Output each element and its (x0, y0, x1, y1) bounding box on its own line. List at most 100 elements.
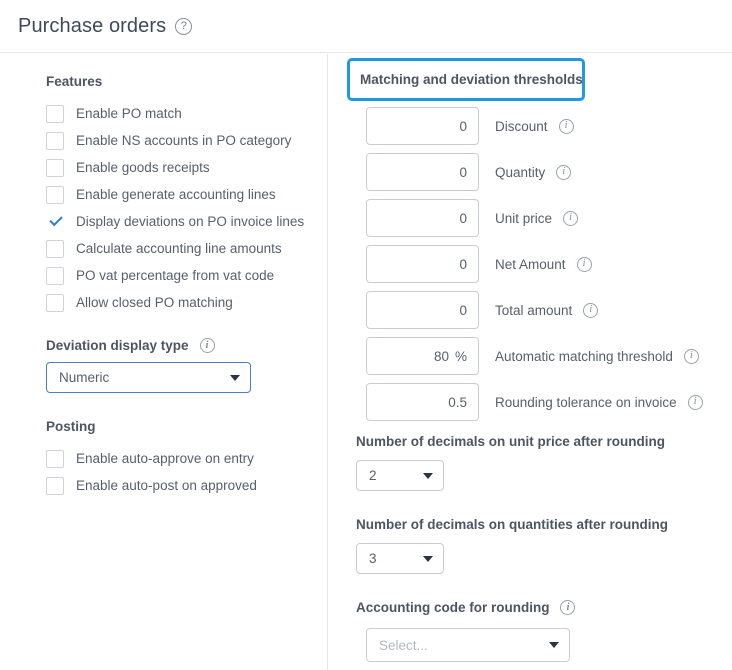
checkbox-allow-closed-po-matching[interactable] (46, 294, 64, 312)
quantity-value: 0 (459, 165, 467, 180)
rounding-tolerance-label-text: Rounding tolerance on invoice (495, 395, 677, 410)
accounting-code-label-text: Accounting code for rounding (356, 600, 549, 615)
checkbox-row-enable-ns-accounts[interactable]: Enable NS accounts in PO category (46, 127, 327, 154)
accounting-code-value: Select... (379, 638, 549, 653)
threshold-row-total-amount: 0 Total amount i (366, 291, 703, 329)
help-circle-icon[interactable]: ? (175, 18, 192, 35)
rounding-tolerance-value: 0.5 (448, 395, 467, 410)
info-icon[interactable]: i (200, 338, 215, 353)
matching-thresholds-title: Matching and deviation thresholds (360, 72, 583, 87)
percent-unit: % (455, 349, 467, 364)
quantity-label-text: Quantity (495, 165, 545, 180)
checkbox-row-enable-goods-receipts[interactable]: Enable goods receipts (46, 154, 327, 181)
threshold-row-net-amount: 0 Net Amount i (366, 245, 703, 283)
unit-price-label-text: Unit price (495, 211, 552, 226)
discount-input[interactable]: 0 (366, 107, 479, 145)
unit-price-decimals-label: Number of decimals on unit price after r… (356, 434, 665, 449)
features-checkbox-list: Enable PO match Enable NS accounts in PO… (46, 100, 327, 316)
rounding-tolerance-input[interactable]: 0.5 (366, 383, 479, 421)
checkbox-label: Calculate accounting line amounts (76, 241, 282, 256)
posting-section-label: Posting (46, 419, 327, 434)
info-icon[interactable]: i (583, 303, 598, 318)
unit-price-decimals-group: Number of decimals on unit price after r… (356, 434, 665, 491)
checkbox-enable-auto-post[interactable] (46, 477, 64, 495)
purchase-orders-settings-page: Purchase orders ? Features Enable PO mat… (0, 0, 732, 670)
checkbox-label: Enable auto-approve on entry (76, 451, 254, 466)
info-icon[interactable]: i (556, 165, 571, 180)
net-amount-value: 0 (459, 257, 467, 272)
checkbox-po-vat-percentage[interactable] (46, 267, 64, 285)
checkbox-row-enable-po-match[interactable]: Enable PO match (46, 100, 327, 127)
quantity-label: Quantity i (495, 165, 571, 180)
discount-value: 0 (459, 119, 467, 134)
info-icon[interactable]: i (684, 349, 699, 364)
unit-price-label: Unit price i (495, 211, 578, 226)
quantity-input[interactable]: 0 (366, 153, 479, 191)
total-amount-input[interactable]: 0 (366, 291, 479, 329)
discount-label: Discount i (495, 119, 574, 134)
checkbox-enable-generate-accounting-lines[interactable] (46, 186, 64, 204)
checkbox-label: Enable generate accounting lines (76, 187, 276, 202)
chevron-down-icon (423, 556, 433, 562)
features-section-label: Features (46, 74, 327, 89)
automatic-matching-threshold-value: 80 (434, 349, 449, 364)
unit-price-input[interactable]: 0 (366, 199, 479, 237)
checkbox-label: Enable NS accounts in PO category (76, 133, 291, 148)
chevron-down-icon (423, 473, 433, 479)
checkbox-row-display-deviations[interactable]: Display deviations on PO invoice lines (46, 208, 327, 235)
checkbox-row-enable-generate-accounting-lines[interactable]: Enable generate accounting lines (46, 181, 327, 208)
checkbox-label: Allow closed PO matching (76, 295, 233, 310)
net-amount-label-text: Net Amount (495, 257, 566, 272)
checkbox-label: Enable auto-post on approved (76, 478, 257, 493)
checkbox-label: PO vat percentage from vat code (76, 268, 274, 283)
threshold-row-unit-price: 0 Unit price i (366, 199, 703, 237)
checkbox-enable-ns-accounts[interactable] (46, 132, 64, 150)
automatic-matching-threshold-input[interactable]: 80 % (366, 337, 479, 375)
info-icon[interactable]: i (563, 211, 578, 226)
checkbox-calculate-accounting-line-amounts[interactable] (46, 240, 64, 258)
total-amount-label-text: Total amount (495, 303, 572, 318)
info-icon[interactable]: i (577, 257, 592, 272)
total-amount-value: 0 (459, 303, 467, 318)
checkbox-row-enable-auto-approve[interactable]: Enable auto-approve on entry (46, 445, 327, 472)
page-title: Purchase orders (18, 15, 166, 38)
unit-price-decimals-value: 2 (369, 468, 423, 483)
threshold-row-discount: 0 Discount i (366, 107, 703, 145)
right-settings-column: Matching and deviation thresholds 0 Disc… (328, 54, 732, 670)
checkbox-row-calculate-accounting-line-amounts[interactable]: Calculate accounting line amounts (46, 235, 327, 262)
quantity-decimals-select[interactable]: 3 (356, 543, 444, 574)
left-settings-column: Features Enable PO match Enable NS accou… (0, 54, 327, 670)
info-icon[interactable]: i (560, 600, 575, 615)
unit-price-decimals-select[interactable]: 2 (356, 460, 444, 491)
net-amount-input[interactable]: 0 (366, 245, 479, 283)
matching-thresholds-header-highlight: Matching and deviation thresholds (347, 58, 585, 101)
chevron-down-icon (549, 642, 559, 648)
threshold-row-quantity: 0 Quantity i (366, 153, 703, 191)
checkbox-enable-goods-receipts[interactable] (46, 159, 64, 177)
checkbox-label: Enable goods receipts (76, 160, 210, 175)
unit-price-value: 0 (459, 211, 467, 226)
checkbox-display-deviations[interactable] (46, 213, 64, 231)
page-header: Purchase orders ? (0, 0, 732, 53)
threshold-row-automatic-matching: 80 % Automatic matching threshold i (366, 337, 703, 375)
info-icon[interactable]: i (559, 119, 574, 134)
checkbox-row-po-vat-percentage[interactable]: PO vat percentage from vat code (46, 262, 327, 289)
checkbox-enable-auto-approve[interactable] (46, 450, 64, 468)
total-amount-label: Total amount i (495, 303, 598, 318)
rounding-tolerance-label: Rounding tolerance on invoice i (495, 395, 703, 410)
quantity-decimals-label: Number of decimals on quantities after r… (356, 517, 668, 532)
info-icon[interactable]: i (688, 395, 703, 410)
accounting-code-select[interactable]: Select... (366, 628, 570, 662)
checkbox-enable-po-match[interactable] (46, 105, 64, 123)
thresholds-list: 0 Discount i 0 Quantity i 0 (366, 107, 703, 429)
deviation-display-type-label: Deviation display type i (46, 338, 327, 353)
deviation-display-type-label-text: Deviation display type (46, 338, 189, 353)
checkbox-row-enable-auto-post[interactable]: Enable auto-post on approved (46, 472, 327, 499)
checkbox-label: Enable PO match (76, 106, 182, 121)
automatic-matching-threshold-label-text: Automatic matching threshold (495, 349, 673, 364)
threshold-row-rounding-tolerance: 0.5 Rounding tolerance on invoice i (366, 383, 703, 421)
checkbox-row-allow-closed-po-matching[interactable]: Allow closed PO matching (46, 289, 327, 316)
posting-checkbox-list: Enable auto-approve on entry Enable auto… (46, 445, 327, 499)
deviation-display-type-select[interactable]: Numeric (46, 362, 251, 393)
net-amount-label: Net Amount i (495, 257, 592, 272)
